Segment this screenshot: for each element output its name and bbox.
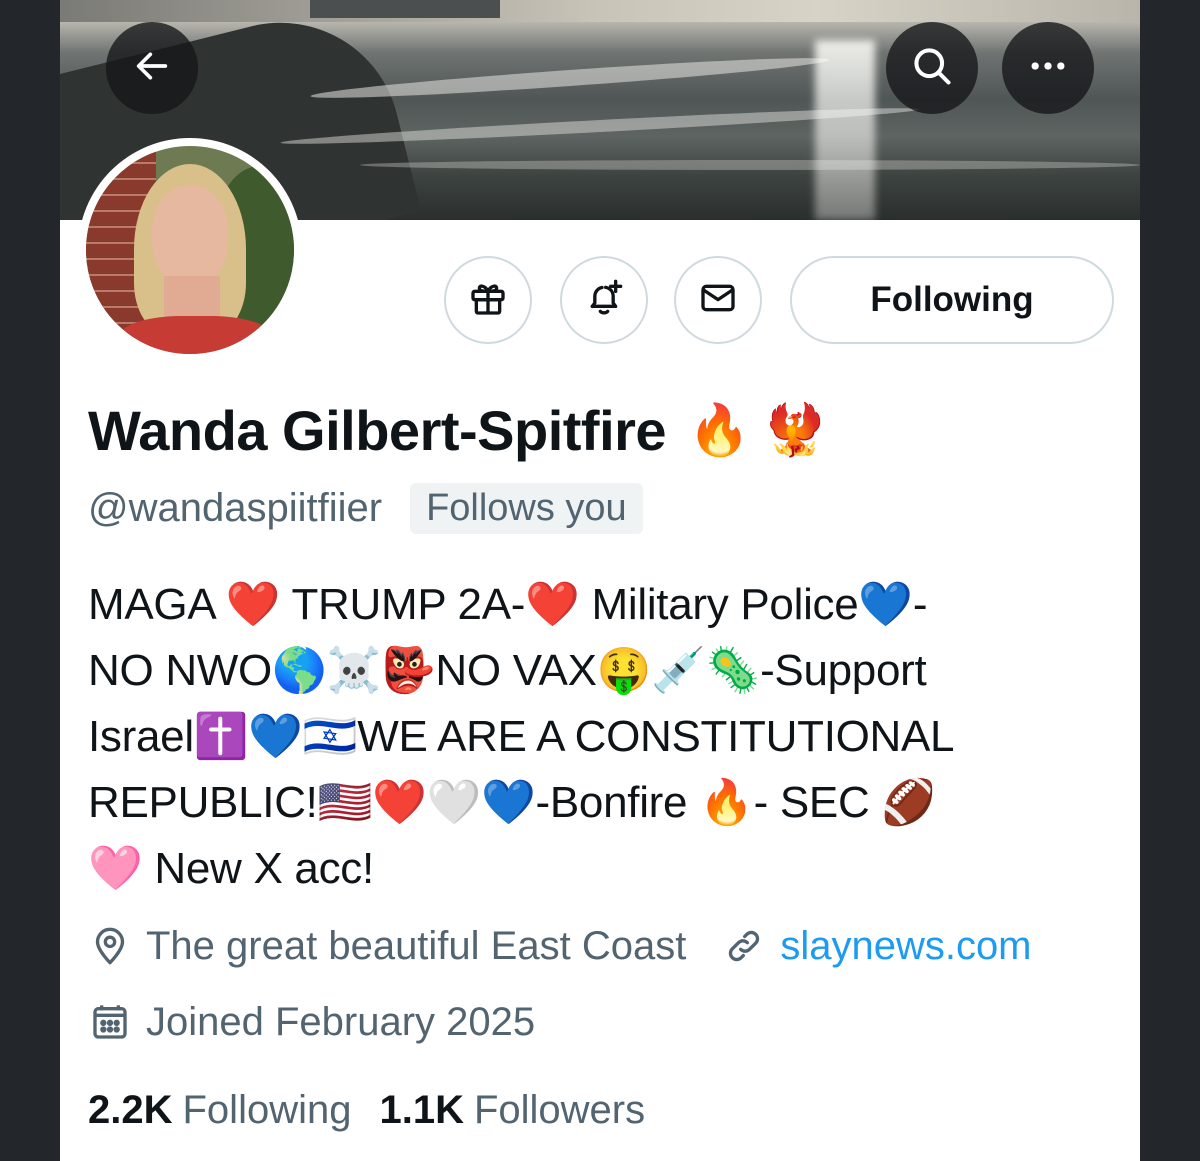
- profile-bio: MAGA ❤️ TRUMP 2A-❤️ Military Police💙- NO…: [88, 572, 1108, 902]
- calendar-icon: [88, 1000, 132, 1044]
- bell-plus-icon: [584, 278, 624, 323]
- following-count: 2.2K: [88, 1087, 173, 1132]
- search-icon: [910, 44, 954, 93]
- joined-text: Joined February 2025: [146, 999, 536, 1044]
- profile-card: Following Wanda Gilbert-Spitfire 🔥 🐦‍🔥 @…: [60, 0, 1140, 1161]
- search-button[interactable]: [886, 22, 978, 114]
- bio-line: MAGA ❤️ TRUMP 2A-❤️ Military Police💙-: [88, 580, 928, 629]
- bio-line: REPUBLIC!🇺🇸❤️🤍💙-Bonfire 🔥- SEC 🏈: [88, 778, 936, 827]
- notify-button[interactable]: [560, 256, 648, 344]
- website-link[interactable]: slaynews.com: [780, 924, 1031, 969]
- followers-stat[interactable]: 1.1K Followers: [379, 1088, 673, 1133]
- following-label: Following: [182, 1087, 352, 1132]
- message-button[interactable]: [674, 256, 762, 344]
- location-pin-icon: [88, 924, 132, 968]
- location-link-row: The great beautiful East Coast slaynews.…: [88, 916, 1032, 976]
- follows-you-badge: Follows you: [410, 482, 643, 534]
- bio-line: 🩷 New X acc!: [88, 844, 374, 893]
- joined-row: Joined February 2025: [88, 992, 535, 1052]
- back-button[interactable]: [106, 22, 198, 114]
- more-button[interactable]: [1002, 22, 1094, 114]
- gift-icon: [468, 278, 508, 323]
- display-name-row: Wanda Gilbert-Spitfire 🔥 🐦‍🔥: [88, 390, 826, 470]
- handle-row: @wandaspiitfiier Follows you: [88, 478, 643, 538]
- bio-line: Israel✝️💙🇮🇱WE ARE A CONSTITUTIONAL: [88, 712, 955, 761]
- location-text: The great beautiful East Coast: [146, 923, 687, 968]
- user-handle: @wandaspiitfiier: [88, 485, 383, 530]
- name-emoji: 🔥 🐦‍🔥: [688, 402, 827, 458]
- avatar[interactable]: [86, 146, 294, 354]
- avatar-ring: [78, 138, 302, 362]
- bio-line: NO NWO🌎☠️👺NO VAX🤑💉🦠-Support: [88, 646, 927, 695]
- link-icon: [722, 924, 766, 968]
- followers-label: Followers: [473, 1087, 646, 1132]
- gift-button[interactable]: [444, 256, 532, 344]
- more-horizontal-icon: [1026, 44, 1070, 93]
- following-button[interactable]: Following: [790, 256, 1114, 344]
- follow-stats: 2.2K Following 1.1K Followers: [88, 1080, 673, 1140]
- display-name: Wanda Gilbert-Spitfire: [88, 398, 667, 462]
- envelope-icon: [698, 278, 738, 323]
- followers-count: 1.1K: [379, 1087, 464, 1132]
- following-stat[interactable]: 2.2K Following: [88, 1088, 379, 1133]
- arrow-left-icon: [132, 46, 172, 91]
- following-button-label: Following: [870, 280, 1034, 319]
